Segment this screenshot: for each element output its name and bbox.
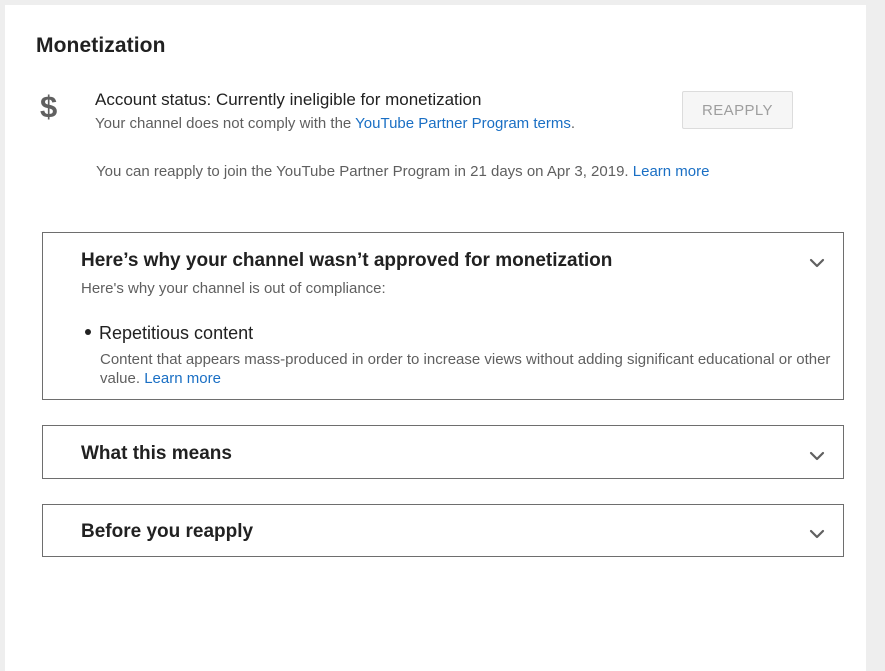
before-you-reapply-panel[interactable]: Before you reapply (42, 504, 844, 557)
reapply-button[interactable]: REAPPLY (682, 91, 793, 129)
before-you-reapply-title[interactable]: Before you reapply (81, 521, 253, 543)
monetization-card: Monetization $ Account status: Currently… (5, 5, 866, 671)
reapply-learn-more-link[interactable]: Learn more (633, 163, 710, 180)
why-not-approved-panel: Here’s why your channel wasn’t approved … (42, 232, 844, 400)
what-this-means-panel[interactable]: What this means (42, 425, 844, 479)
bullet-icon (85, 329, 91, 336)
account-status-sub-prefix: Your channel does not comply with the (95, 115, 356, 132)
chevron-down-icon[interactable] (809, 255, 825, 271)
partner-program-terms-link[interactable]: YouTube Partner Program terms (355, 115, 571, 132)
chevron-down-icon[interactable] (809, 526, 825, 542)
what-this-means-title[interactable]: What this means (81, 443, 232, 465)
reapply-note-text: You can reapply to join the YouTube Part… (96, 163, 629, 180)
account-status-sub-suffix: . (570, 115, 575, 132)
account-status-title: Account status: Currently ineligible for… (95, 90, 482, 109)
account-status-subtitle: Your channel does not comply with the Yo… (95, 115, 575, 132)
dollar-icon: $ (40, 89, 58, 124)
page-title: Monetization (36, 34, 166, 57)
chevron-down-icon[interactable] (809, 448, 825, 464)
list-item: Repetitious content (85, 323, 253, 344)
reapply-note: You can reapply to join the YouTube Part… (96, 163, 709, 180)
list-item-description: Content that appears mass-produced in or… (100, 350, 840, 388)
list-item-title: Repetitious content (99, 323, 254, 343)
why-not-approved-title[interactable]: Here’s why your channel wasn’t approved … (81, 250, 612, 272)
compliance-subtitle: Here's why your channel is out of compli… (81, 280, 386, 297)
repetitious-learn-more-link[interactable]: Learn more (144, 370, 221, 387)
